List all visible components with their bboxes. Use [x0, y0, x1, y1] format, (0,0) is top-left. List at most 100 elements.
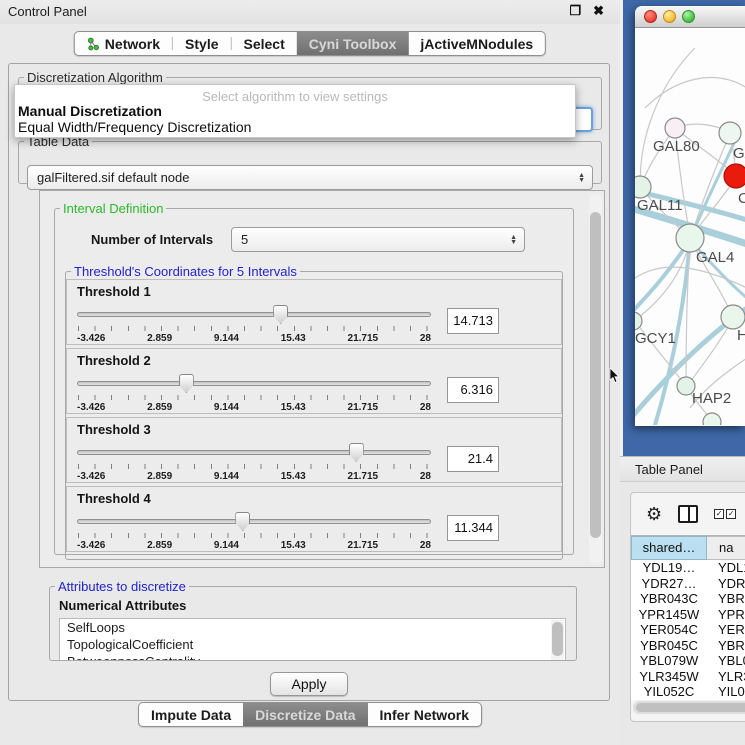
- tab-select[interactable]: Select: [232, 32, 297, 55]
- slider-thumb[interactable]: [273, 305, 288, 324]
- table-row[interactable]: YLR345WYLR3: [631, 669, 745, 685]
- control-panel-titlebar: Control Panel ❐ ✖: [0, 0, 620, 24]
- threshold-2-value-field[interactable]: 6.316: [447, 377, 499, 403]
- network-canvas[interactable]: GAL80 GA C GAL11 GAL4 GCY1 H HAP2: [635, 28, 745, 425]
- node-h[interactable]: [721, 305, 745, 329]
- table-row[interactable]: YBL079WYBL0: [631, 653, 745, 669]
- node-bottom[interactable]: [703, 413, 721, 425]
- close-button[interactable]: [644, 10, 657, 23]
- threshold-coordinates-title: Threshold's Coordinates for 5 Intervals: [71, 264, 300, 279]
- checkbox-icon[interactable]: ✓: [714, 509, 724, 519]
- threshold-2-label: Threshold 2: [77, 353, 551, 369]
- tab-impute-data-label: Impute Data: [151, 707, 231, 723]
- slider-track[interactable]: [77, 381, 431, 386]
- table-row[interactable]: YIL052CYIL0: [631, 684, 745, 700]
- float-window-icon[interactable]: ❐: [569, 3, 581, 19]
- tab-infer-network[interactable]: Infer Network: [368, 703, 481, 726]
- cell-shared-name[interactable]: YDR27…: [631, 576, 707, 592]
- menu-item-equal-width-frequency[interactable]: Equal Width/Frequency Discretization: [15, 119, 575, 135]
- threshold-1-value-field[interactable]: 14.713: [447, 308, 499, 334]
- tab-discretize-data[interactable]: Discretize Data: [243, 703, 367, 726]
- cell-name[interactable]: YBL0: [707, 653, 745, 669]
- network-window-titlebar[interactable]: [635, 6, 745, 28]
- close-panel-icon[interactable]: ✖: [593, 3, 604, 19]
- slider-track[interactable]: [77, 312, 431, 317]
- cell-name[interactable]: YBR0: [707, 638, 745, 654]
- table-row[interactable]: YDR27…YDR2: [631, 576, 745, 592]
- cell-shared-name[interactable]: YLR345W: [631, 669, 707, 685]
- tab-style[interactable]: Style: [173, 32, 230, 55]
- slider-track[interactable]: [77, 450, 431, 455]
- threshold-4-value-field[interactable]: 11.344: [447, 515, 499, 541]
- menu-item-manual-discretization[interactable]: Manual Discretization: [15, 103, 575, 119]
- table-row[interactable]: YBR043CYBR0: [631, 591, 745, 607]
- scrollbar-thumb[interactable]: [636, 703, 745, 712]
- table-row[interactable]: YER054CYER0: [631, 622, 745, 638]
- tab-impute-data[interactable]: Impute Data: [139, 703, 243, 726]
- threshold-2-panel: Threshold 2 -3.4262.8599.14415.4321.7152…: [66, 348, 562, 414]
- discretization-algorithm-group-title: Discretization Algorithm: [24, 70, 166, 85]
- cell-name[interactable]: YLR3: [707, 669, 745, 685]
- node-ga[interactable]: [719, 122, 741, 144]
- column-header-shared-name[interactable]: shared…: [631, 536, 707, 560]
- scrollbar-thumb[interactable]: [590, 212, 601, 538]
- threshold-3-slider[interactable]: -3.4262.8599.14415.4321.71528: [77, 442, 431, 484]
- list-item-topologicalcoefficient[interactable]: TopologicalCoefficient: [60, 636, 565, 653]
- threshold-3-value-field[interactable]: 21.4: [447, 446, 499, 472]
- settings-scrollpane: Interval Definition Number of Intervals …: [39, 190, 605, 568]
- cell-name[interactable]: YBR0: [707, 591, 745, 607]
- table-panel-body: ⚙ ✓ ✓ shared… na YDL19…YDL1 YDR27…YDR2 Y…: [620, 482, 745, 745]
- table-data-combobox[interactable]: galFiltered.sif default node ▲▼: [27, 165, 593, 190]
- table-row[interactable]: YPR145WYPR1: [631, 607, 745, 623]
- gear-icon[interactable]: ⚙: [646, 505, 662, 523]
- number-of-intervals-combobox[interactable]: 5 ▲▼: [231, 227, 525, 252]
- slider-thumb[interactable]: [235, 512, 250, 531]
- threshold-1-slider[interactable]: -3.4262.8599.14415.4321.71528: [77, 304, 431, 346]
- number-of-intervals-label: Number of Intervals: [91, 232, 213, 247]
- table-row[interactable]: YBR045CYBR0: [631, 638, 745, 654]
- cell-shared-name[interactable]: YBR045C: [631, 638, 707, 654]
- cell-shared-name[interactable]: YER054C: [631, 622, 707, 638]
- network-window[interactable]: GAL80 GA C GAL11 GAL4 GCY1 H HAP2: [635, 6, 745, 426]
- list-item-betweennesscentrality[interactable]: BetweennessCentrality: [60, 653, 565, 661]
- threshold-2-slider[interactable]: -3.4262.8599.14415.4321.71528: [77, 373, 431, 415]
- cell-name[interactable]: YDL1: [707, 560, 745, 576]
- node-gal4[interactable]: [676, 224, 704, 252]
- tab-cyni-toolbox-label: Cyni Toolbox: [309, 36, 397, 52]
- cell-name[interactable]: YPR1: [707, 607, 745, 623]
- node-gal11[interactable]: [635, 176, 651, 198]
- threshold-4-slider[interactable]: -3.4262.8599.14415.4321.71528: [77, 511, 431, 553]
- cyni-discretize-panel: Discretization Algorithm Table Data galF…: [8, 63, 610, 701]
- minimize-button[interactable]: [663, 10, 676, 23]
- apply-button[interactable]: Apply: [270, 672, 347, 696]
- columns-icon[interactable]: [678, 505, 698, 523]
- slider-track[interactable]: [77, 519, 431, 524]
- slider-thumb[interactable]: [179, 374, 194, 393]
- slider-thumb[interactable]: [349, 443, 364, 462]
- table-horizontal-scrollbar[interactable]: [633, 701, 745, 714]
- node-label-gal80: GAL80: [653, 138, 700, 155]
- cell-name[interactable]: YIL0: [707, 684, 745, 700]
- control-panel-tabs: Network Style Select Cyni Toolbox jActiv…: [74, 31, 546, 56]
- cell-shared-name[interactable]: YIL052C: [631, 684, 707, 700]
- tab-network[interactable]: Network: [75, 32, 172, 55]
- table-row[interactable]: YDL19…YDL1: [631, 560, 745, 576]
- scrollbar-thumb[interactable]: [552, 622, 563, 656]
- node-gal80[interactable]: [665, 118, 685, 138]
- cell-shared-name[interactable]: YBR043C: [631, 591, 707, 607]
- cell-shared-name[interactable]: YDL19…: [631, 560, 707, 576]
- cell-shared-name[interactable]: YBL079W: [631, 653, 707, 669]
- zoom-button[interactable]: [682, 10, 695, 23]
- cell-name[interactable]: YDR2: [707, 576, 745, 592]
- settings-vertical-scrollbar[interactable]: [589, 194, 602, 564]
- tab-cyni-toolbox[interactable]: Cyni Toolbox: [297, 32, 409, 55]
- node-selected-red[interactable]: [724, 164, 745, 188]
- cell-name[interactable]: YER0: [707, 622, 745, 638]
- select-columns-icons[interactable]: ✓ ✓: [714, 509, 736, 519]
- cell-shared-name[interactable]: YPR145W: [631, 607, 707, 623]
- column-header-name[interactable]: na: [707, 536, 745, 560]
- attributes-list-scrollbar[interactable]: [551, 620, 564, 661]
- tab-jactivemnodules[interactable]: jActiveMNodules: [408, 32, 545, 55]
- list-item-selfloops[interactable]: SelfLoops: [60, 619, 565, 636]
- checkbox-icon[interactable]: ✓: [726, 509, 736, 519]
